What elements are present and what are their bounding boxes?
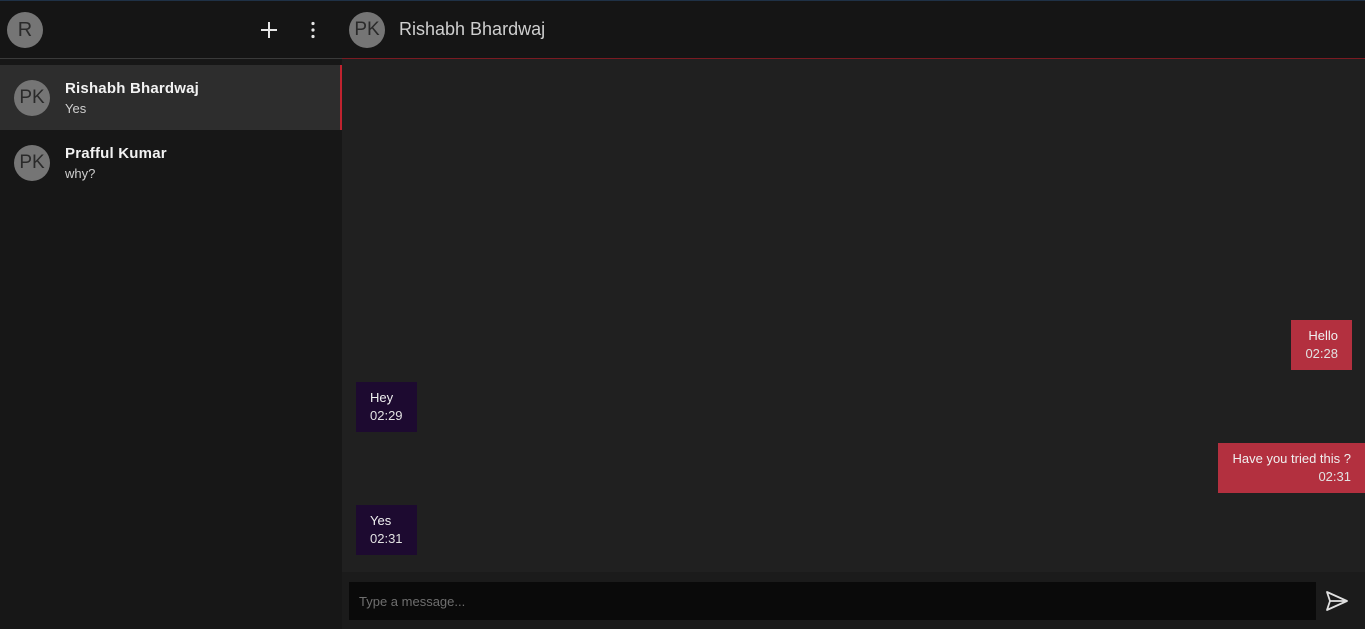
more-vert-icon xyxy=(311,21,315,39)
more-options-button[interactable] xyxy=(299,16,327,44)
message-bubble-sent: Hello 02:28 xyxy=(1291,320,1352,370)
last-message-preview: Yes xyxy=(65,101,87,116)
message-bubble-received: Yes 02:31 xyxy=(356,505,417,555)
last-message-preview: why? xyxy=(65,166,96,181)
message-text: Hello xyxy=(1308,328,1338,343)
message-composer xyxy=(342,572,1365,629)
message-text: Hey xyxy=(370,390,394,405)
message-time: 02:31 xyxy=(370,531,403,546)
sidebar: R PK Rishabh Bhardwaj Yes PK Prafful Kum… xyxy=(0,0,342,629)
chat-list: PK Rishabh Bhardwaj Yes PK Prafful Kumar… xyxy=(0,65,342,195)
user-avatar[interactable]: R xyxy=(7,12,43,48)
chat-list-item[interactable]: PK Rishabh Bhardwaj Yes xyxy=(0,65,342,130)
message-time: 02:29 xyxy=(370,408,403,423)
message-bubble-received: Hey 02:29 xyxy=(356,382,417,432)
conversation-title: Rishabh Bhardwaj xyxy=(399,19,546,39)
contact-name: Rishabh Bhardwaj xyxy=(65,80,200,97)
contact-name: Prafful Kumar xyxy=(65,145,167,162)
sidebar-header: R xyxy=(0,0,342,59)
message-bubble-sent: Have you tried this ? 02:31 xyxy=(1218,443,1365,493)
contact-avatar: PK xyxy=(14,145,50,181)
chat-app: R PK Rishabh Bhardwaj Yes PK Prafful Kum… xyxy=(0,0,1365,629)
message-text: Have you tried this ? xyxy=(1232,451,1351,466)
contact-avatar: PK xyxy=(14,80,50,116)
message-input[interactable] xyxy=(349,582,1316,620)
message-time: 02:31 xyxy=(1318,469,1351,484)
chat-list-item[interactable]: PK Prafful Kumar why? xyxy=(0,130,342,195)
conversation-avatar[interactable]: PK xyxy=(349,12,385,48)
message-text: Yes xyxy=(370,513,392,528)
message-time: 02:28 xyxy=(1305,346,1338,361)
plus-icon xyxy=(261,22,277,38)
send-icon xyxy=(1326,591,1348,611)
message-area[interactable]: Hello 02:28 Hey 02:29 Have you tried thi… xyxy=(342,59,1365,572)
new-chat-button[interactable] xyxy=(255,16,283,44)
send-button[interactable] xyxy=(1323,587,1351,615)
conversation-header: PK Rishabh Bhardwaj xyxy=(342,0,1365,59)
